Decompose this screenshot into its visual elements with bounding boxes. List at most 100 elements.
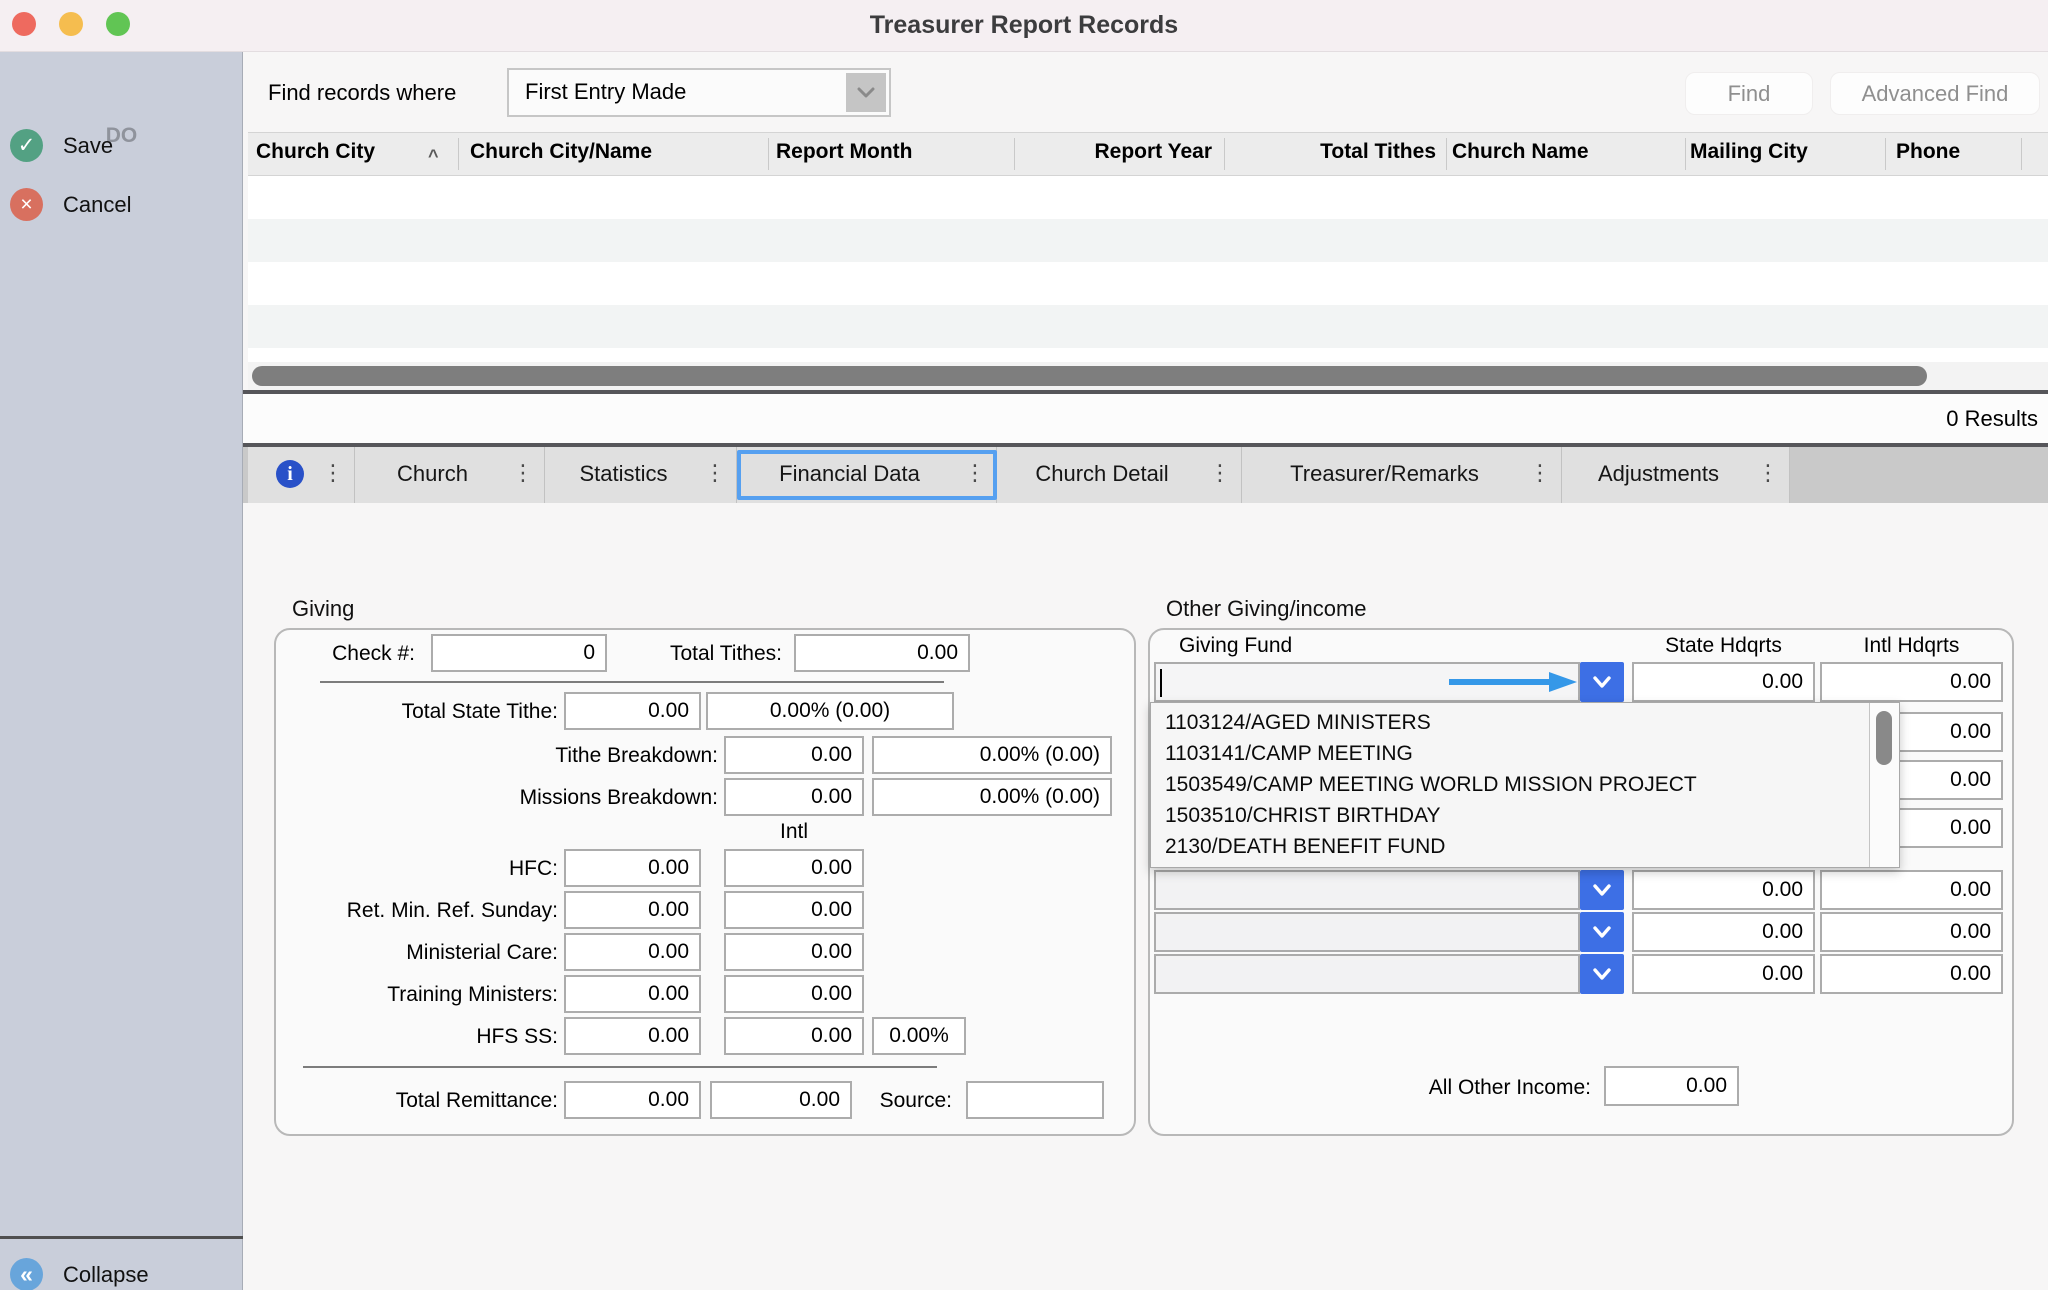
tab-adjustments[interactable]: Adjustments ⋮ — [1562, 447, 1790, 503]
tab-church-detail[interactable]: Church Detail ⋮ — [997, 447, 1242, 503]
tab-statistics[interactable]: Statistics ⋮ — [545, 447, 737, 503]
hfs-ss-intl-field[interactable]: 0.00 — [724, 1017, 864, 1055]
all-other-income-field[interactable]: 0.00 — [1604, 1066, 1739, 1106]
giving-fund-field-6[interactable] — [1154, 912, 1580, 952]
giving-fund-field-7[interactable] — [1154, 954, 1580, 994]
state-hdqrts-field-7[interactable]: 0.00 — [1632, 954, 1815, 994]
column-header-phone[interactable]: Phone — [1896, 140, 1960, 164]
total-remittance-state-field[interactable]: 0.00 — [564, 1081, 701, 1119]
collapse-label: Collapse — [63, 1262, 149, 1288]
sidebar: DO ✓ Save × Cancel « Collapse — [0, 52, 243, 1290]
find-criteria-dropdown[interactable]: First Entry Made — [507, 68, 891, 117]
giving-fund-field-5[interactable] — [1154, 870, 1580, 910]
table-row — [248, 219, 2048, 262]
tab-treasurer-remarks[interactable]: Treasurer/Remarks ⋮ — [1242, 447, 1562, 503]
column-header-total-tithes[interactable]: Total Tithes — [1224, 140, 1436, 164]
treasurer-report-window: Treasurer Report Records DO ✓ Save × Can… — [0, 0, 2048, 1290]
source-label: Source: — [860, 1089, 952, 1113]
horizontal-scrollbar[interactable] — [248, 362, 2048, 390]
save-check-icon: ✓ — [10, 129, 43, 162]
tab-handle-icon: ⋮ — [704, 460, 726, 486]
intl-hdqrts-field-7[interactable]: 0.00 — [1820, 954, 2003, 994]
hfc-intl-field[interactable]: 0.00 — [724, 849, 864, 887]
advanced-find-button[interactable]: Advanced Find — [1830, 72, 2040, 115]
tab-church[interactable]: Church ⋮ — [355, 447, 545, 503]
state-hdqrts-field-6[interactable]: 0.00 — [1632, 912, 1815, 952]
intl-column-label: Intl — [724, 820, 864, 844]
giving-panel-title: Giving — [292, 596, 354, 622]
text-cursor — [1160, 669, 1162, 697]
results-count: 0 Results — [1946, 406, 2038, 432]
tab-bar: i ⋮ Church ⋮ Statistics ⋮ Financial Data… — [243, 447, 2048, 503]
column-header-report-year[interactable]: Report Year — [1014, 140, 1212, 164]
table-row — [248, 348, 2048, 362]
find-button[interactable]: Find — [1685, 72, 1813, 115]
cancel-button[interactable]: × Cancel — [0, 188, 243, 222]
total-tithes-field[interactable]: 0.00 — [794, 634, 970, 672]
training-ministers-intl-field[interactable]: 0.00 — [724, 975, 864, 1013]
column-header-church-city-name[interactable]: Church City/Name — [470, 140, 652, 164]
horizontal-scrollbar-thumb[interactable] — [252, 366, 1927, 386]
intl-hdqrts-field-6[interactable]: 0.00 — [1820, 912, 2003, 952]
ret-min-ref-sunday-label: Ret. Min. Ref. Sunday: — [280, 899, 558, 923]
training-ministers-state-field[interactable]: 0.00 — [564, 975, 701, 1013]
divider — [303, 1066, 937, 1068]
intl-hdqrts-field-1[interactable]: 0.00 — [1820, 662, 2003, 702]
fund-option[interactable]: 2130/DEATH BENEFIT FUND — [1151, 831, 1869, 862]
total-tithes-label: Total Tithes: — [610, 642, 782, 666]
giving-fund-dropdown-button-5[interactable] — [1580, 870, 1624, 910]
state-hdqrts-field-5[interactable]: 0.00 — [1632, 870, 1815, 910]
window-title: Treasurer Report Records — [0, 11, 2048, 40]
list-scrollbar-thumb[interactable] — [1876, 711, 1892, 765]
tab-info[interactable]: i ⋮ — [248, 447, 355, 503]
column-separator — [1014, 138, 1015, 170]
all-other-income-label: All Other Income: — [1384, 1076, 1591, 1100]
source-field[interactable] — [966, 1081, 1104, 1119]
ret-min-ref-sunday-state-field[interactable]: 0.00 — [564, 891, 701, 929]
column-header-mailing-city[interactable]: Mailing City — [1690, 140, 1808, 164]
giving-fund-options-list: 1103124/AGED MINISTERS 1103141/CAMP MEET… — [1150, 702, 1900, 868]
total-state-tithe-field[interactable]: 0.00 — [564, 692, 701, 730]
missions-breakdown-percent-field[interactable]: 0.00% (0.00) — [872, 778, 1112, 816]
fund-option[interactable]: 1103124/AGED MINISTERS — [1151, 707, 1869, 738]
state-hdqrts-field-1[interactable]: 0.00 — [1632, 662, 1815, 702]
window-titlebar: Treasurer Report Records — [0, 0, 2048, 52]
column-header-report-month[interactable]: Report Month — [776, 140, 912, 164]
sort-ascending-icon[interactable]: ^ — [428, 146, 439, 167]
ministerial-care-state-field[interactable]: 0.00 — [564, 933, 701, 971]
fund-option[interactable]: 1103141/CAMP MEETING — [1151, 738, 1869, 769]
chevron-down-icon[interactable] — [846, 73, 886, 112]
hfs-ss-percent-field[interactable]: 0.00% — [872, 1017, 966, 1055]
ret-min-ref-sunday-intl-field[interactable]: 0.00 — [724, 891, 864, 929]
tab-handle-icon: ⋮ — [512, 460, 534, 486]
column-header-church-city[interactable]: Church City — [256, 140, 375, 164]
collapse-button[interactable]: « Collapse — [0, 1258, 243, 1290]
info-icon[interactable]: i — [276, 460, 304, 488]
hfc-state-field[interactable]: 0.00 — [564, 849, 701, 887]
fund-option[interactable]: 1503510/CHRIST BIRTHDAY — [1151, 800, 1869, 831]
selected-tab-highlight — [737, 450, 997, 500]
giving-fund-dropdown-button-1[interactable] — [1580, 662, 1624, 702]
save-button[interactable]: ✓ Save — [0, 129, 243, 163]
ministerial-care-intl-field[interactable]: 0.00 — [724, 933, 864, 971]
tithe-breakdown-field[interactable]: 0.00 — [724, 736, 864, 774]
check-number-field[interactable]: 0 — [431, 634, 607, 672]
column-header-church-name[interactable]: Church Name — [1452, 140, 1589, 164]
tab-handle-icon: ⋮ — [322, 460, 344, 486]
list-scrollbar[interactable] — [1869, 703, 1899, 867]
tab-statistics-label: Statistics — [545, 461, 702, 487]
hfc-label: HFC: — [280, 857, 558, 881]
giving-fund-dropdown-button-6[interactable] — [1580, 912, 1624, 952]
annotation-arrow-icon — [1449, 672, 1577, 692]
total-state-tithe-label: Total State Tithe: — [310, 700, 558, 724]
hfs-ss-state-field[interactable]: 0.00 — [564, 1017, 701, 1055]
intl-hdqrts-field-5[interactable]: 0.00 — [1820, 870, 2003, 910]
table-row — [248, 305, 2048, 348]
fund-option[interactable]: 1503549/CAMP MEETING WORLD MISSION PROJE… — [1151, 769, 1869, 800]
total-remittance-intl-field[interactable]: 0.00 — [710, 1081, 852, 1119]
total-state-tithe-percent-field[interactable]: 0.00% (0.00) — [706, 692, 954, 730]
giving-fund-dropdown-button-7[interactable] — [1580, 954, 1624, 994]
tab-treasurer-remarks-label: Treasurer/Remarks — [1242, 461, 1527, 487]
tithe-breakdown-percent-field[interactable]: 0.00% (0.00) — [872, 736, 1112, 774]
missions-breakdown-field[interactable]: 0.00 — [724, 778, 864, 816]
